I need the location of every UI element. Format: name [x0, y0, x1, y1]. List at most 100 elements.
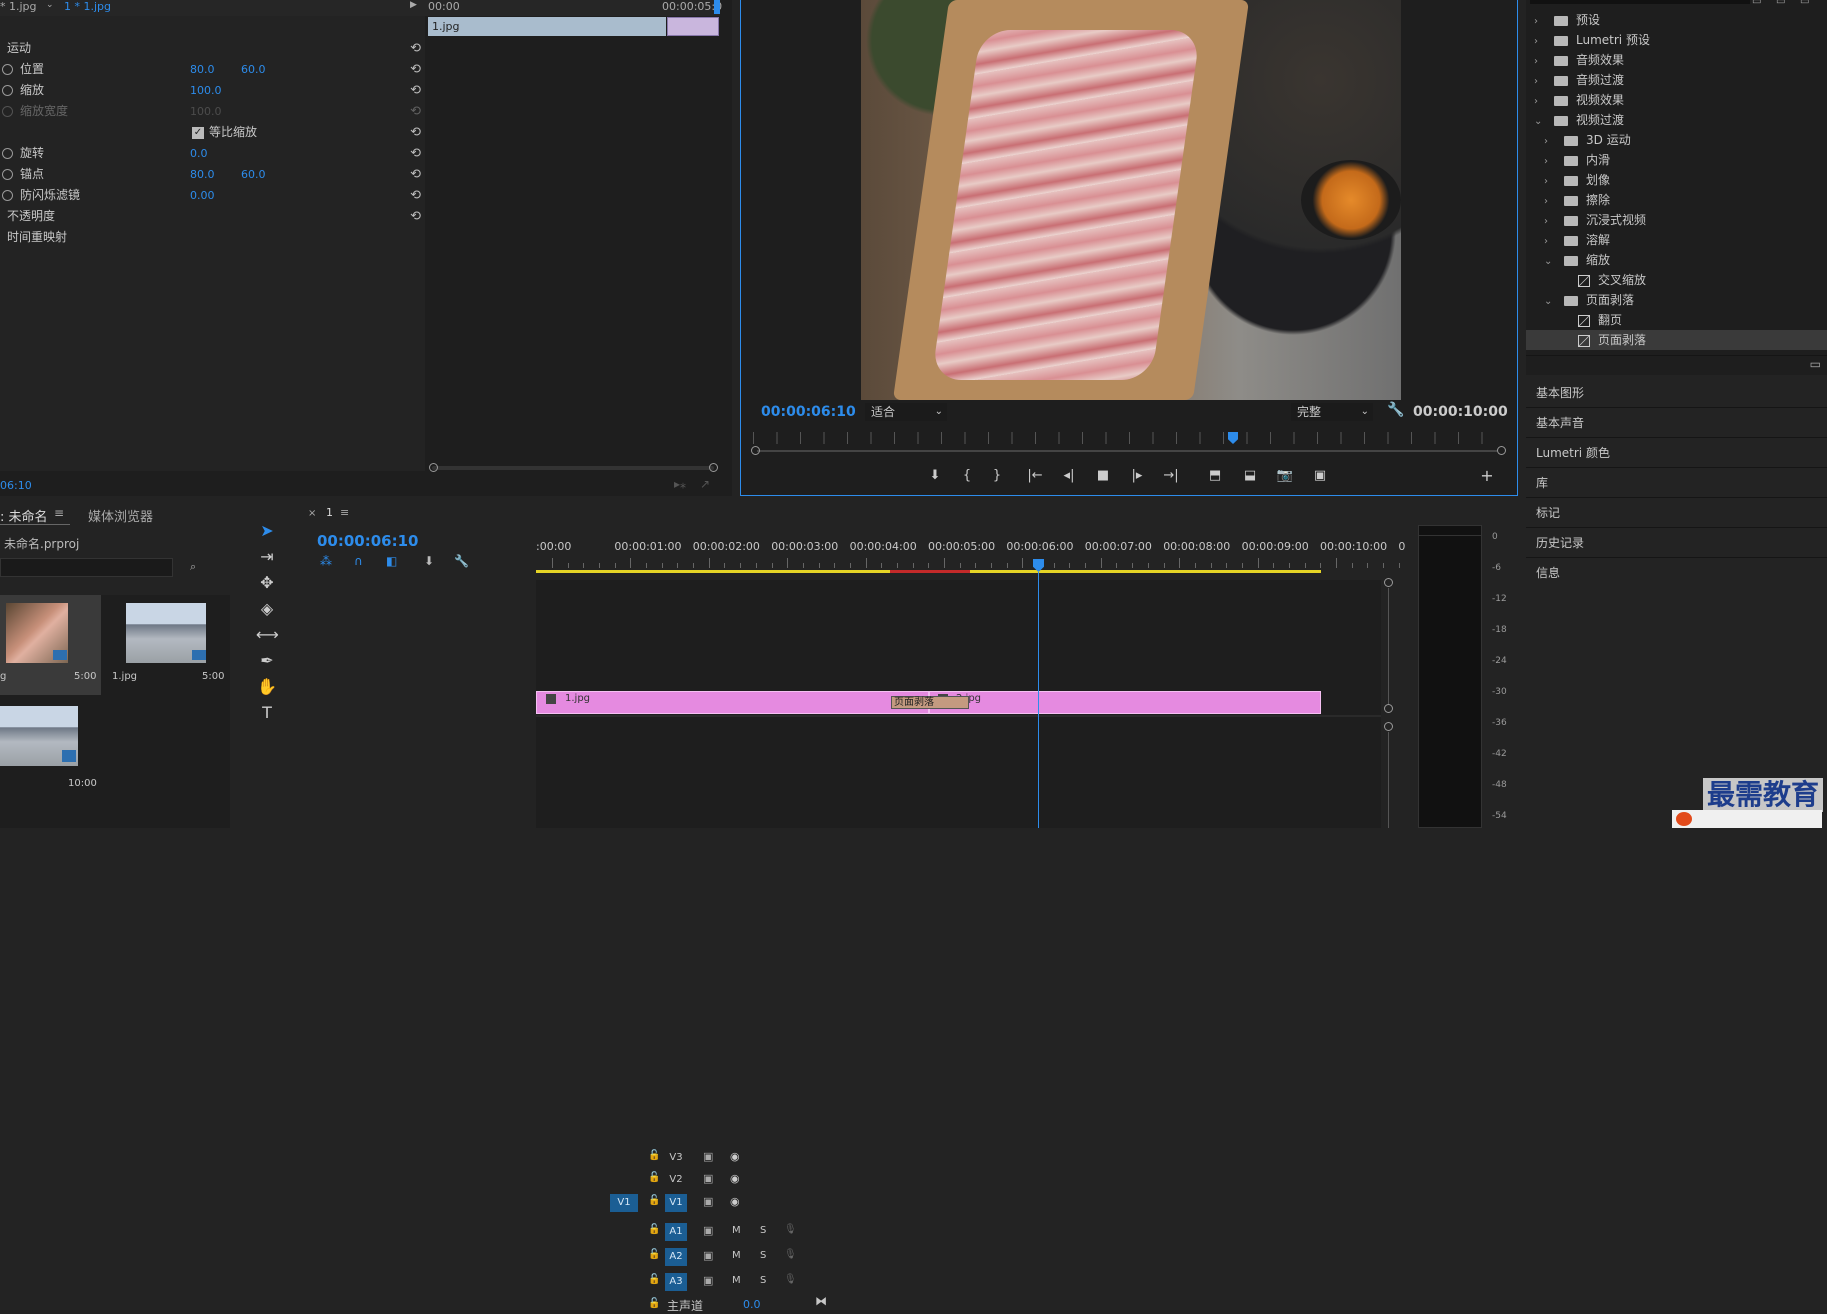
- opacity-row[interactable]: 不透明度 ⟲: [0, 206, 425, 227]
- eye-icon[interactable]: ◉: [730, 1195, 740, 1208]
- lock-icon[interactable]: 🔓: [648, 1172, 660, 1183]
- effects-tree-item[interactable]: › 音频效果: [1534, 50, 1827, 70]
- microphone-icon[interactable]: 🎙: [784, 1249, 797, 1260]
- effects-tree-item[interactable]: 交叉缩放: [1554, 270, 1827, 290]
- panel-section-header[interactable]: 信息: [1526, 558, 1827, 588]
- effects-tree-item[interactable]: ⌄ 页面剥落: [1544, 290, 1827, 310]
- lock-icon[interactable]: 🔓: [648, 1274, 660, 1285]
- mute-button[interactable]: M: [732, 1275, 741, 1286]
- eye-icon[interactable]: ◉: [730, 1150, 740, 1163]
- program-scrub-left[interactable]: [751, 446, 760, 455]
- effects-tree-item[interactable]: › 擦除: [1544, 190, 1827, 210]
- pen-icon[interactable]: ✒: [256, 650, 278, 672]
- time-remap-row[interactable]: 时间重映射: [0, 227, 425, 248]
- effects-tree-item[interactable]: › 沉浸式视频: [1544, 210, 1827, 230]
- ec-scroll-handle-right[interactable]: [709, 463, 718, 472]
- position-x-value[interactable]: 80.0: [190, 59, 215, 80]
- wrench-icon[interactable]: 🔧: [454, 554, 469, 568]
- ec-playhead[interactable]: [714, 0, 720, 14]
- tab-media-browser[interactable]: 媒体浏览器: [88, 506, 153, 525]
- play-only-icon[interactable]: ▶: [410, 0, 417, 10]
- hand-icon[interactable]: ✋: [256, 676, 278, 698]
- mute-button[interactable]: M: [732, 1225, 741, 1236]
- chevron-right-icon[interactable]: ›: [1544, 192, 1554, 212]
- program-video-frame[interactable]: [861, 0, 1401, 400]
- track-select-icon[interactable]: ⇥: [256, 546, 278, 568]
- reset-icon[interactable]: ⟲: [410, 122, 421, 143]
- effects-search-bar[interactable]: [1530, 0, 1750, 4]
- chevron-down-icon[interactable]: ⌄: [1544, 252, 1554, 272]
- chevron-right-icon[interactable]: ›: [1544, 172, 1554, 192]
- lock-icon[interactable]: 🔓: [648, 1298, 660, 1309]
- close-icon[interactable]: ×: [308, 508, 316, 519]
- track-label[interactable]: V3: [665, 1149, 687, 1167]
- panel-section-header[interactable]: 标记: [1526, 498, 1827, 528]
- reset-icon[interactable]: ⟲: [410, 80, 421, 101]
- new-folder-icon[interactable]: ▭: [1810, 357, 1821, 371]
- stopwatch-icon[interactable]: [2, 64, 13, 75]
- menu-icon[interactable]: ≡: [54, 506, 64, 520]
- reset-icon[interactable]: ⟲: [410, 143, 421, 164]
- position-y-value[interactable]: 60.0: [241, 59, 266, 80]
- effects-tree-item[interactable]: › 视频效果: [1534, 90, 1827, 110]
- solo-button[interactable]: S: [760, 1250, 766, 1261]
- export-icon[interactable]: ↗: [700, 477, 710, 491]
- chevron-right-icon[interactable]: ›: [1534, 32, 1544, 52]
- accelerated-icon[interactable]: ▭: [1776, 0, 1785, 7]
- chevron-right-icon[interactable]: ›: [1534, 52, 1544, 72]
- razor-icon[interactable]: ◈: [256, 598, 278, 620]
- vscroll-video-bottom[interactable]: [1384, 704, 1393, 713]
- uniform-scale-checkbox[interactable]: ✓: [192, 127, 204, 139]
- yuv-icon[interactable]: ▭: [1800, 0, 1809, 7]
- antiflicker-value[interactable]: 0.00: [190, 185, 215, 206]
- effects-tree-item[interactable]: 翻页: [1554, 310, 1827, 330]
- track-label[interactable]: A3: [665, 1273, 687, 1291]
- track-label[interactable]: A1: [665, 1223, 687, 1241]
- effects-tree-item[interactable]: › 溶解: [1544, 230, 1827, 250]
- chevron-right-icon[interactable]: ›: [1544, 212, 1554, 232]
- vscroll-audio-track[interactable]: [1388, 732, 1389, 828]
- chevron-down-icon[interactable]: ⌄: [1544, 292, 1554, 312]
- sync-lock-icon[interactable]: ▣: [703, 1249, 713, 1262]
- filter-icon[interactable]: ▸⁎: [674, 477, 686, 491]
- source-patch-v1[interactable]: V1: [610, 1194, 638, 1212]
- timeline-tab[interactable]: 1: [326, 506, 333, 519]
- effects-tree-item[interactable]: ⌄ 视频过渡: [1534, 110, 1827, 130]
- panel-section-header[interactable]: 历史记录: [1526, 528, 1827, 558]
- track-label[interactable]: V1: [665, 1194, 687, 1212]
- ec-clip-bar[interactable]: 1.jpg: [428, 17, 666, 36]
- effects-tree-item[interactable]: › 音频过渡: [1534, 70, 1827, 90]
- effects-tree-item[interactable]: › 内滑: [1544, 150, 1827, 170]
- fit-dropdown[interactable]: 适合 ⌄: [865, 403, 947, 421]
- panel-section-header[interactable]: 库: [1526, 468, 1827, 498]
- program-scrub-track[interactable]: [757, 450, 1497, 452]
- microphone-icon[interactable]: 🎙: [784, 1224, 797, 1235]
- stop-icon[interactable]: ■: [1089, 466, 1117, 486]
- effects-tree-item[interactable]: › 预设: [1534, 10, 1827, 30]
- track-label[interactable]: V2: [665, 1171, 687, 1189]
- master-volume-value[interactable]: 0.0: [743, 1298, 761, 1311]
- anchor-x-value[interactable]: 80.0: [190, 164, 215, 185]
- ec-transition-bar[interactable]: [667, 17, 719, 36]
- panel-section-header[interactable]: 基本图形: [1526, 378, 1827, 408]
- chevron-down-icon[interactable]: ⌄: [46, 0, 54, 10]
- compare-icon[interactable]: ▣: [1306, 466, 1334, 486]
- quality-dropdown[interactable]: 完整 ⌄: [1291, 403, 1373, 421]
- vscroll-video-top[interactable]: [1384, 578, 1393, 587]
- solo-button[interactable]: S: [760, 1225, 766, 1236]
- new-bin-icon[interactable]: ▭: [1752, 0, 1761, 7]
- stopwatch-icon[interactable]: [2, 169, 13, 180]
- nest-icon[interactable]: ⁂: [320, 554, 332, 568]
- microphone-icon[interactable]: 🎙: [784, 1274, 797, 1285]
- sync-lock-icon[interactable]: ▣: [703, 1195, 713, 1208]
- snap-icon[interactable]: ∩: [354, 554, 363, 568]
- lock-icon[interactable]: 🔓: [648, 1249, 660, 1260]
- reset-icon[interactable]: ⟲: [410, 38, 421, 59]
- camera-icon[interactable]: 📷: [1271, 466, 1299, 486]
- project-search-input[interactable]: [0, 558, 173, 577]
- clip-1[interactable]: 1.jpg: [536, 691, 929, 714]
- chevron-down-icon[interactable]: ⌄: [1534, 112, 1544, 132]
- panel-section-header[interactable]: Lumetri 颜色: [1526, 438, 1827, 468]
- plus-icon[interactable]: +: [1473, 466, 1501, 486]
- add-marker-icon[interactable]: ⬇: [921, 466, 949, 486]
